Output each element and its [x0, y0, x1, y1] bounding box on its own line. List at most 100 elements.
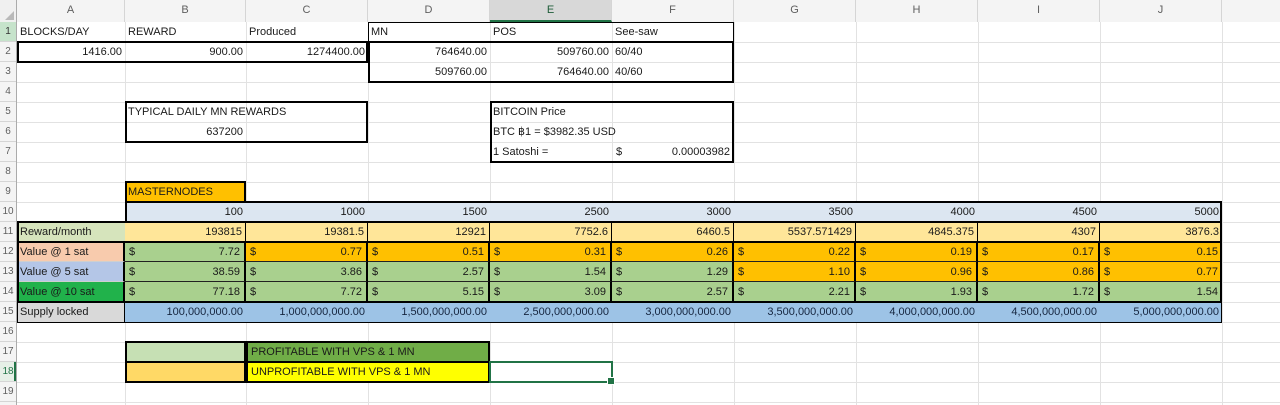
- supply-cell[interactable]: 3,000,000,000.00: [612, 302, 734, 322]
- row-header-8[interactable]: 8: [0, 162, 16, 182]
- legend-profitable-swatch[interactable]: [125, 341, 246, 363]
- reward-cell[interactable]: 6460.5: [612, 222, 734, 242]
- node-count-cell[interactable]: 100: [125, 202, 246, 222]
- node-count-cell[interactable]: 1000: [246, 202, 368, 222]
- cell-e2[interactable]: 509760.00: [490, 42, 612, 62]
- reward-cell[interactable]: 12921: [368, 222, 490, 242]
- row-header-19[interactable]: 19: [0, 382, 16, 402]
- cell-f7-satoshi-value[interactable]: $ 0.00003982: [612, 142, 734, 162]
- cell-e7-satoshi-label[interactable]: 1 Satoshi =: [490, 142, 612, 162]
- cell-b1[interactable]: REWARD: [125, 22, 246, 42]
- money-cell[interactable]: $0.77: [1100, 262, 1222, 282]
- row-label-value-10sat[interactable]: Value @ 10 sat: [17, 282, 125, 302]
- money-cell[interactable]: $1.10: [734, 262, 856, 282]
- fill-handle[interactable]: [607, 377, 615, 385]
- reward-cell[interactable]: 7752.6: [490, 222, 612, 242]
- legend-profitable-label[interactable]: PROFITABLE WITH VPS & 1 MN: [246, 341, 490, 363]
- money-cell[interactable]: $0.51: [368, 242, 490, 262]
- row-header-12[interactable]: 12: [0, 242, 16, 262]
- reward-cell[interactable]: 4845.375: [856, 222, 978, 242]
- money-cell[interactable]: $0.19: [856, 242, 978, 262]
- money-cell[interactable]: $0.77: [246, 242, 368, 262]
- cell-d2[interactable]: 764640.00: [368, 42, 490, 62]
- money-cell[interactable]: $1.54: [490, 262, 612, 282]
- row-header-17[interactable]: 17: [0, 342, 16, 362]
- column-header-j[interactable]: J: [1100, 0, 1222, 22]
- row-header-16[interactable]: 16: [0, 322, 16, 342]
- money-cell[interactable]: $3.09: [490, 282, 612, 302]
- row-label-value-1sat[interactable]: Value @ 1 sat: [17, 242, 125, 262]
- supply-cell[interactable]: 5,000,000,000.00: [1100, 302, 1222, 322]
- money-cell[interactable]: $0.31: [490, 242, 612, 262]
- money-cell[interactable]: $0.96: [856, 262, 978, 282]
- cell-b2[interactable]: 900.00: [125, 42, 246, 62]
- row-header-5[interactable]: 5: [0, 102, 16, 122]
- select-all-corner[interactable]: [0, 0, 17, 22]
- money-cell[interactable]: $3.86: [246, 262, 368, 282]
- money-cell[interactable]: $1.93: [856, 282, 978, 302]
- money-cell[interactable]: $77.18: [125, 282, 246, 302]
- column-header-i[interactable]: I: [978, 0, 1100, 22]
- cell-f2[interactable]: 60/40: [612, 42, 734, 62]
- column-header-h[interactable]: H: [856, 0, 978, 22]
- node-count-cell[interactable]: 5000: [1100, 202, 1222, 222]
- money-cell[interactable]: $7.72: [246, 282, 368, 302]
- supply-cell[interactable]: 2,500,000,000.00: [490, 302, 612, 322]
- money-cell[interactable]: $1.72: [978, 282, 1100, 302]
- cell-e3[interactable]: 764640.00: [490, 62, 612, 82]
- cell-f1[interactable]: See-saw: [612, 22, 734, 42]
- cell-e5-bitcoin-title[interactable]: BITCOIN Price: [490, 102, 734, 122]
- money-cell[interactable]: $2.57: [612, 282, 734, 302]
- row-header-3[interactable]: 3: [0, 62, 16, 82]
- cell-f3[interactable]: 40/60: [612, 62, 734, 82]
- supply-cell[interactable]: 4,500,000,000.00: [978, 302, 1100, 322]
- row-header-7[interactable]: 7: [0, 142, 16, 162]
- column-header-c[interactable]: C: [246, 0, 368, 22]
- cell-e6-btc-rate[interactable]: BTC ฿1 = $3982.35 USD: [490, 122, 734, 142]
- node-count-cell[interactable]: 4500: [978, 202, 1100, 222]
- money-cell[interactable]: $5.15: [368, 282, 490, 302]
- reward-cell[interactable]: 5537.571429: [734, 222, 856, 242]
- legend-unprofitable-swatch[interactable]: [125, 361, 246, 383]
- cell-a1[interactable]: BLOCKS/DAY: [17, 22, 125, 42]
- cell-e1[interactable]: POS: [490, 22, 612, 42]
- cell-d3[interactable]: 509760.00: [368, 62, 490, 82]
- row-header-13[interactable]: 13: [0, 262, 16, 282]
- row-header-1[interactable]: 1: [0, 22, 16, 42]
- column-header-f[interactable]: F: [612, 0, 734, 22]
- money-cell[interactable]: $0.22: [734, 242, 856, 262]
- supply-cell[interactable]: 1,500,000,000.00: [368, 302, 490, 322]
- money-cell[interactable]: $7.72: [125, 242, 246, 262]
- column-header-e[interactable]: E: [490, 0, 612, 22]
- row-label-supply-locked[interactable]: Supply locked: [17, 302, 125, 322]
- reward-cell[interactable]: 193815: [125, 222, 246, 242]
- money-cell[interactable]: $0.17: [978, 242, 1100, 262]
- row-header-2[interactable]: 2: [0, 42, 16, 62]
- money-cell[interactable]: $1.54: [1100, 282, 1222, 302]
- node-count-cell[interactable]: 3000: [612, 202, 734, 222]
- column-header-a[interactable]: A: [17, 0, 125, 22]
- row-label-reward-month[interactable]: Reward/month: [17, 222, 125, 242]
- supply-cell[interactable]: 100,000,000.00: [125, 302, 246, 322]
- supply-cell[interactable]: 4,000,000,000.00: [856, 302, 978, 322]
- row-header-10[interactable]: 10: [0, 202, 16, 222]
- money-cell[interactable]: $2.21: [734, 282, 856, 302]
- legend-unprofitable-label[interactable]: UNPROFITABLE WITH VPS & 1 MN: [246, 361, 490, 383]
- money-cell[interactable]: $2.57: [368, 262, 490, 282]
- money-cell[interactable]: $0.86: [978, 262, 1100, 282]
- row-header-4[interactable]: 4: [0, 82, 16, 102]
- reward-cell[interactable]: 19381.5: [246, 222, 368, 242]
- supply-cell[interactable]: 3,500,000,000.00: [734, 302, 856, 322]
- row-header-18[interactable]: 18: [0, 362, 16, 382]
- cell-c2[interactable]: 1274400.00: [246, 42, 368, 62]
- cell-b6-mn-rewards-value[interactable]: 637200: [125, 122, 246, 142]
- row-header-9[interactable]: 9: [0, 182, 16, 202]
- row-header-15[interactable]: 15: [0, 302, 16, 322]
- column-header-g[interactable]: G: [734, 0, 856, 22]
- node-count-cell[interactable]: 4000: [856, 202, 978, 222]
- row-label-value-5sat[interactable]: Value @ 5 sat: [17, 262, 125, 282]
- column-header-d[interactable]: D: [368, 0, 490, 22]
- money-cell[interactable]: $38.59: [125, 262, 246, 282]
- cell-a2[interactable]: 1416.00: [17, 42, 125, 62]
- column-header-b[interactable]: B: [125, 0, 246, 22]
